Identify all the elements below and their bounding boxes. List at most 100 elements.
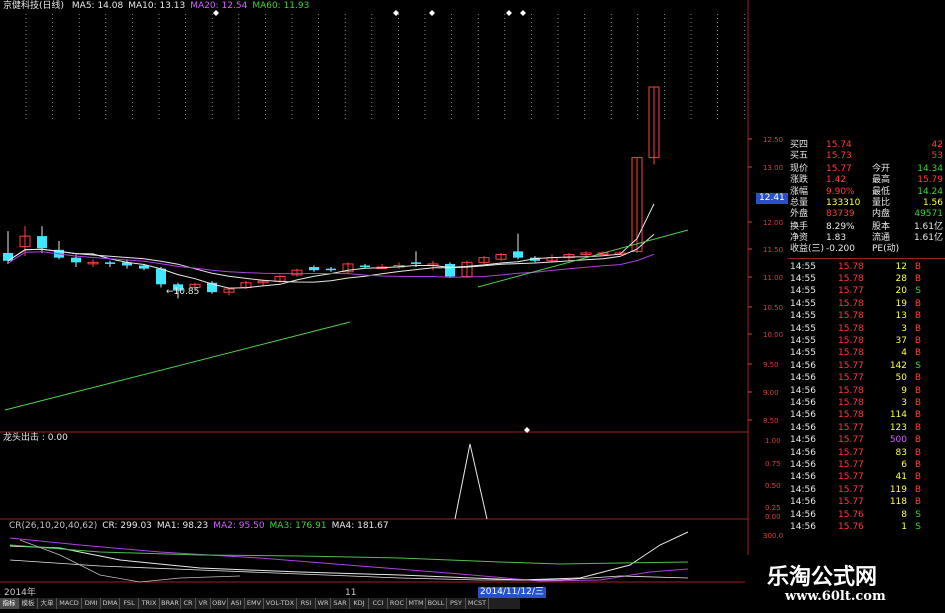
tab-roc[interactable]: ROC <box>388 598 407 609</box>
tick-row: 14:56 15.78 3 B <box>788 398 945 409</box>
tick-price: 15.77 <box>838 373 864 384</box>
tab-rsi[interactable]: RSI <box>297 598 316 609</box>
tab-指标[interactable]: 指标 <box>0 598 19 609</box>
event-marker <box>429 10 435 16</box>
quote-label: 换手 <box>790 222 809 232</box>
price-tick: 9.50 <box>763 361 779 369</box>
tab-mtm[interactable]: MTM <box>407 598 426 609</box>
quote-value-2: 14.24 <box>917 186 943 197</box>
quote-label-2: 内盘 <box>872 209 891 219</box>
tick-row: 14:56 15.77 500 B <box>788 435 945 446</box>
quote-label-2: 流通 <box>872 233 891 244</box>
tab-wr[interactable]: WR <box>316 598 331 609</box>
tab-macd[interactable]: MACD <box>57 598 82 609</box>
quote-row: 外盘 83739 内盘 49571 <box>788 209 945 220</box>
tick-row: 14:56 15.78 114 B <box>788 410 945 421</box>
cr-label-5: MA4: 181.67 <box>331 521 389 531</box>
tab-cr[interactable]: CR <box>181 598 196 609</box>
tick-price: 15.77 <box>838 497 864 508</box>
tab-模板[interactable]: 模板 <box>19 598 38 609</box>
tab-brar[interactable]: BRAR <box>160 598 181 609</box>
tab-vol-tdx[interactable]: VOL-TDX <box>264 598 297 609</box>
tick-volume: 119 <box>889 484 907 495</box>
tick-row: 14:56 15.77 142 S <box>788 361 945 372</box>
cursor-date-label: 2014/11/12/三 <box>478 587 546 598</box>
cr-indicator-header: CR(26,10,20,40,62) CR: 299.03 MA1: 98.23 MA… <box>3 521 389 532</box>
chart-area[interactable]: 12.50 13.00 12.00 11.50 11.00 10.50 10.00 9.50 9… <box>0 0 790 609</box>
tick-time: 14:56 <box>790 410 816 421</box>
dragon-spike <box>454 443 488 520</box>
low-price-label: ←10.85 <box>166 287 200 297</box>
quote-volume: 42 <box>931 140 943 150</box>
quote-label: 涨幅 <box>790 186 809 197</box>
tab-dmi[interactable]: DMI <box>82 598 101 609</box>
tab-fsl[interactable]: FSL <box>120 598 139 609</box>
tick-volume: 3 <box>901 398 907 408</box>
tick-time: 14:56 <box>790 398 816 408</box>
tick-volume: 37 <box>895 336 907 346</box>
tab-dma[interactable]: DMA <box>101 598 120 609</box>
tick-time: 14:56 <box>790 447 816 458</box>
tick-volume: 12 <box>895 261 907 272</box>
candle-body <box>445 263 455 277</box>
ma5-line <box>7 203 655 289</box>
tick-direction: B <box>914 460 921 470</box>
tab-psy[interactable]: PSY <box>447 598 466 609</box>
tick-price: 15.78 <box>838 261 864 272</box>
tick-time: 14:56 <box>790 373 816 384</box>
candle-body <box>309 267 319 271</box>
quote-row: 涨跌 1.42 最高 15.79 <box>788 175 945 186</box>
quote-label: 买五 <box>790 151 809 162</box>
tab-大单[interactable]: 大单 <box>38 598 57 609</box>
quote-label: 涨跌 <box>790 175 809 186</box>
tick-direction: B <box>914 274 921 284</box>
tick-direction: B <box>914 472 921 483</box>
tab-obv[interactable]: OBV <box>211 598 228 609</box>
tick-direction: B <box>914 261 921 272</box>
tick-row: 14:56 15.77 118 B <box>788 497 945 508</box>
tab-cci[interactable]: CCI <box>369 598 388 609</box>
candle-body <box>3 252 13 261</box>
tick-direction: B <box>914 484 921 495</box>
tab-asi[interactable]: ASI <box>228 598 245 609</box>
tick-time: 14:55 <box>790 298 816 309</box>
tick-price: 15.76 <box>838 522 864 532</box>
tick-row: 14:55 15.78 28 B <box>788 274 945 285</box>
tick-price: 15.77 <box>838 447 864 458</box>
tab-emv[interactable]: EMV <box>245 598 264 609</box>
tick-price: 15.77 <box>838 484 864 495</box>
tick-volume: 114 <box>889 410 907 421</box>
ma-label-0: MA5: 14.08 <box>71 1 124 11</box>
quote-row: 买四 15.74 42 <box>788 140 945 151</box>
tick-time: 14:55 <box>790 348 816 359</box>
dragon-tick: 0.25 <box>765 504 781 512</box>
tick-time: 14:56 <box>790 385 816 396</box>
tab-boll[interactable]: BOLL <box>426 598 447 609</box>
tick-price: 15.78 <box>838 323 864 334</box>
quote-value-2: 49571 <box>914 209 943 219</box>
tick-row: 14:55 15.78 3 B <box>788 324 945 335</box>
tab-sar[interactable]: SAR <box>331 598 350 609</box>
tab-trix[interactable]: TRIX <box>139 598 160 609</box>
watermark-url: www.60lt.com <box>785 589 886 604</box>
tick-volume: 8 <box>901 509 907 520</box>
tick-volume: 3 <box>901 323 907 334</box>
quote-volume: 53 <box>931 151 943 162</box>
quote-label-2: 股本 <box>872 222 891 232</box>
tab-vr[interactable]: VR <box>196 598 211 609</box>
current-price-tag: 12.41 <box>756 193 788 204</box>
price-tick: 12.00 <box>763 219 783 227</box>
price-tick: 11.50 <box>763 246 783 254</box>
tick-volume: 41 <box>895 472 907 483</box>
tick-direction: B <box>914 398 921 408</box>
tick-volume: 123 <box>889 422 907 433</box>
tick-row: 14:56 15.78 9 B <box>788 386 945 397</box>
tick-volume: 20 <box>895 286 907 297</box>
tick-row: 14:56 15.76 1 S <box>788 522 945 533</box>
tab-kdj[interactable]: KDJ <box>350 598 369 609</box>
tick-direction: S <box>915 360 921 371</box>
tab-mcst[interactable]: MCST <box>466 598 489 609</box>
price-tick: 10.50 <box>763 304 783 312</box>
tick-direction: B <box>914 298 921 309</box>
tick-row: 14:55 15.78 19 B <box>788 299 945 310</box>
